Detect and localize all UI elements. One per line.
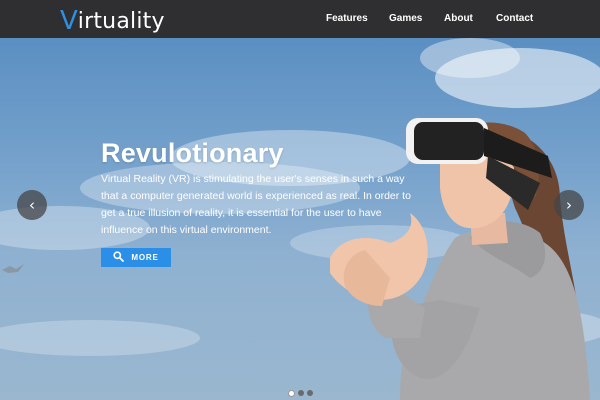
bird (2, 264, 24, 273)
slide-dot-3[interactable] (307, 390, 313, 396)
chevron-right-icon: › (566, 196, 572, 214)
nav-features[interactable]: Features (326, 13, 368, 24)
slide-dot-2[interactable] (298, 390, 304, 396)
nav-games[interactable]: Games (389, 13, 422, 24)
logo-text: irtuality (77, 9, 165, 34)
previous-slide-button[interactable]: ‹ (17, 190, 47, 220)
slide-dot-1[interactable] (288, 390, 295, 397)
next-slide-button[interactable]: › (554, 190, 584, 220)
chevron-left-icon: ‹ (29, 196, 35, 214)
site-logo[interactable]: V irtuality (60, 4, 165, 34)
more-button[interactable]: MORE (101, 248, 171, 267)
search-icon (113, 251, 125, 264)
logo-initial: V (60, 6, 78, 36)
hero-description: Virtual Reality (VR) is stimulating the … (101, 173, 411, 236)
hero-title: Revulotionary (101, 138, 284, 168)
nav-about[interactable]: About (444, 13, 473, 24)
more-button-label: MORE (131, 253, 159, 262)
hero-slider: Revulotionary Virtual Reality (VR) is st… (0, 38, 600, 400)
nav-contact[interactable]: Contact (496, 13, 533, 24)
slide-indicators (288, 390, 313, 397)
top-navigation-bar: V irtuality Features Games About Contact (0, 0, 600, 38)
